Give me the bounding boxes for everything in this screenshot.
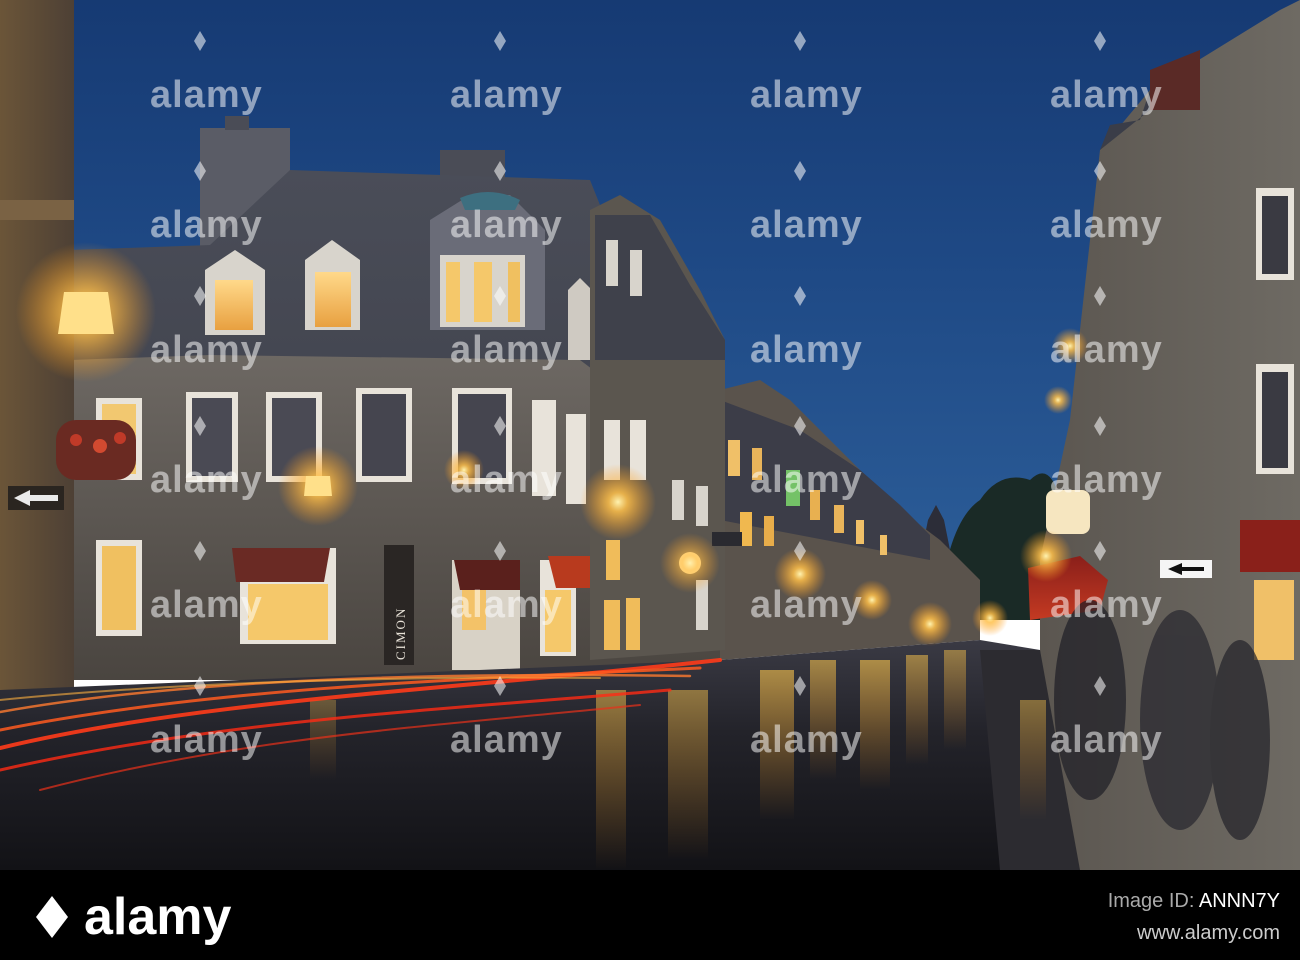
watermark-text: alamy	[750, 719, 863, 761]
watermark-text: alamy	[150, 459, 263, 501]
watermark-text: alamy	[450, 584, 563, 626]
watermark-text: alamy	[750, 329, 863, 371]
watermark-text: alamy	[450, 329, 563, 371]
watermark-text: alamy	[1050, 204, 1163, 246]
watermark-text: alamy	[750, 204, 863, 246]
watermark-text: alamy	[150, 719, 263, 761]
image-id-value: ANNN7Y	[1198, 890, 1280, 912]
footer-brand-text: alamy	[84, 888, 232, 946]
site-url: www.alamy.com	[1137, 922, 1280, 944]
image-id-label: Image ID:	[1107, 890, 1195, 912]
watermark-text: alamy	[750, 74, 863, 116]
watermark-text: alamy	[450, 459, 563, 501]
street-scene-photo: CIMON alamy alamy alamy alamyalamy alamy…	[0, 0, 1300, 870]
cimon-shop-sign: CIMON	[393, 607, 408, 660]
watermark-text: alamy	[1050, 74, 1163, 116]
watermark-text: alamy	[1050, 329, 1163, 371]
watermark-text: alamy	[150, 329, 263, 371]
watermark-text: alamy	[150, 584, 263, 626]
watermark-text: alamy	[450, 719, 563, 761]
watermark-text: alamy	[1050, 719, 1163, 761]
watermark-text: alamy	[750, 584, 863, 626]
stock-photo: CIMON alamy alamy alamy alamy alamy alam…	[0, 0, 1300, 960]
watermark-text: alamy	[1050, 459, 1163, 501]
watermark-text: alamy	[150, 74, 263, 116]
alamy-diamond-icon	[36, 896, 68, 938]
watermark-text: alamy	[1050, 584, 1163, 626]
alamy-logo: alamy	[36, 888, 232, 946]
watermark-text: alamy	[450, 74, 563, 116]
watermark-text: alamy	[450, 204, 563, 246]
image-id-line: Image ID: ANNN7Y	[1108, 890, 1280, 913]
watermark-text: alamy	[150, 204, 263, 246]
alamy-footer-bar: alamy Image ID: ANNN7Y www.alamy.com	[0, 870, 1300, 960]
watermark-text: alamy	[750, 459, 863, 501]
